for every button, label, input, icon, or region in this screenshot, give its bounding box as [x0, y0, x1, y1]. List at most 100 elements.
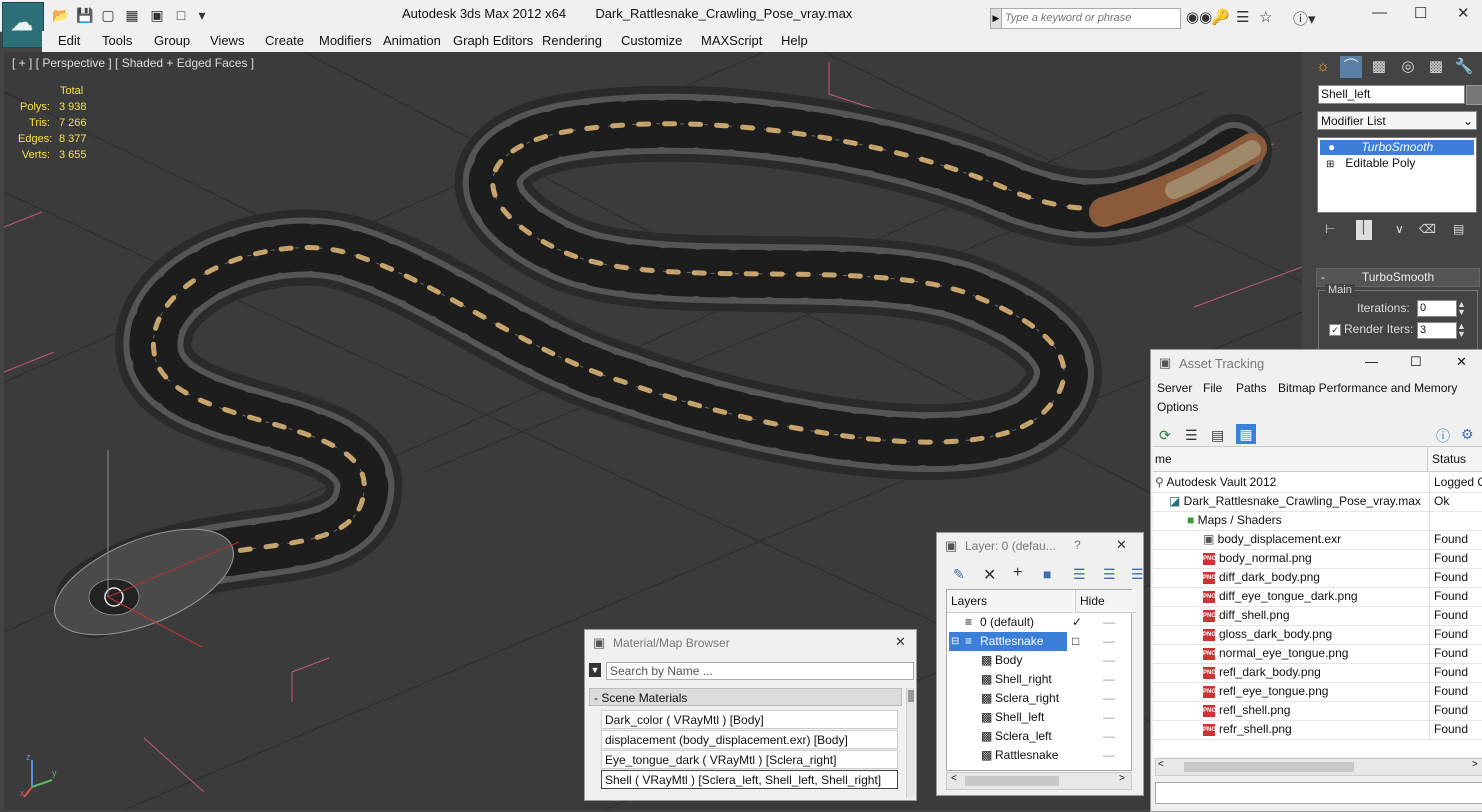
- layer-row[interactable]: ▩ Sclera_left —: [947, 727, 1131, 746]
- scroll-thumb[interactable]: [965, 776, 1059, 786]
- hierarchy-tab-icon[interactable]: ▩: [1368, 56, 1390, 78]
- stack-item-turbosmooth[interactable]: ● TurboSmooth: [1320, 140, 1474, 155]
- viewport-label-menu[interactable]: [ + ] [ Perspective ] [ Shaded + Edged F…: [12, 56, 254, 70]
- modify-tab-icon[interactable]: ⌒: [1340, 56, 1362, 78]
- freeze-all-icon[interactable]: ☰: [1131, 566, 1144, 583]
- help-icon[interactable]: ⓘ▾: [1293, 8, 1316, 29]
- menu-views[interactable]: Views: [210, 33, 244, 48]
- asset-row[interactable]: ⚲ Autodesk Vault 2012 Logged O: [1153, 473, 1482, 493]
- quick-access-dropdown-icon[interactable]: ▾: [194, 7, 210, 23]
- current-layer-check-icon[interactable]: ✓: [1072, 613, 1082, 632]
- collapse-minus-icon[interactable]: ⊟: [951, 632, 959, 651]
- menu-modifiers[interactable]: Modifiers: [319, 33, 372, 48]
- asset-row[interactable]: PNG diff_shell.png Found: [1153, 606, 1482, 626]
- layer-row[interactable]: ▩ Body —: [947, 651, 1131, 670]
- delete-layer-icon[interactable]: ✕: [983, 565, 996, 585]
- undo-icon[interactable]: □: [173, 7, 189, 23]
- table-view-icon[interactable]: ▦: [1236, 424, 1256, 444]
- at-settings-icon[interactable]: ⚙: [1461, 426, 1474, 443]
- hide-all-icon[interactable]: ☰: [1103, 566, 1116, 583]
- asset-row[interactable]: ■ Maps / Shaders: [1153, 511, 1482, 531]
- hold-icon[interactable]: ▦: [124, 7, 140, 23]
- close-icon[interactable]: ✕: [1457, 4, 1470, 22]
- minimize-icon[interactable]: —: [1372, 4, 1387, 21]
- material-item[interactable]: Shell ( VRayMtl ) [Sclera_left, Shell_le…: [601, 770, 898, 789]
- hide-toggle[interactable]: —: [1103, 689, 1115, 708]
- scroll-left-icon[interactable]: <: [1158, 759, 1164, 770]
- motion-tab-icon[interactable]: ◎: [1397, 56, 1419, 78]
- application-button[interactable]: ☁: [2, 2, 44, 48]
- lightbulb-icon[interactable]: ●: [1328, 140, 1340, 155]
- maximize-icon[interactable]: ☐: [1414, 4, 1427, 22]
- open-file-icon[interactable]: 📂: [52, 7, 69, 23]
- at-maximize-icon[interactable]: ☐: [1410, 354, 1422, 370]
- col-header-status[interactable]: Status: [1427, 447, 1482, 472]
- at-horizontal-scrollbar[interactable]: < >: [1155, 758, 1482, 776]
- asset-row[interactable]: PNG body_normal.png Found: [1153, 549, 1482, 569]
- modifier-list-dropdown[interactable]: Modifier List ⌄: [1317, 111, 1477, 130]
- communication-icon[interactable]: ☰: [1236, 8, 1249, 26]
- hide-toggle[interactable]: —: [1103, 651, 1115, 670]
- render-iters-checkbox[interactable]: ✓: [1329, 324, 1341, 336]
- col-header-layers[interactable]: Layers: [947, 590, 1073, 613]
- expand-plus-icon[interactable]: ⊞: [1326, 157, 1338, 172]
- at-minimize-icon[interactable]: —: [1365, 354, 1378, 369]
- menu-animation[interactable]: Animation: [383, 33, 441, 48]
- at-menu-server[interactable]: Server: [1157, 381, 1192, 395]
- at-menu-bitmap-performance[interactable]: Bitmap Performance and Memory: [1278, 381, 1457, 395]
- material-browser-close-icon[interactable]: ✕: [895, 634, 906, 650]
- save-icon[interactable]: 💾: [76, 7, 93, 23]
- layer-row[interactable]: ≡ 0 (default) ✓ —: [947, 613, 1131, 632]
- project-folder-icon[interactable]: ▣: [149, 7, 165, 23]
- asset-row[interactable]: PNG refl_eye_tongue.png Found: [1153, 682, 1482, 702]
- material-vertical-scrollbar[interactable]: [906, 688, 915, 798]
- object-color-swatch[interactable]: [1466, 85, 1482, 105]
- at-path-field[interactable]: [1155, 782, 1482, 804]
- layer-row[interactable]: ⊟ ≡ Rattlesnake □ —: [947, 632, 1131, 651]
- hide-toggle[interactable]: —: [1103, 746, 1115, 765]
- show-end-result-icon[interactable]: │: [1356, 220, 1372, 240]
- col-header-hide[interactable]: Hide: [1075, 590, 1136, 613]
- remove-modifier-icon[interactable]: ⌫: [1419, 222, 1436, 236]
- asset-row[interactable]: PNG refl_shell.png Found: [1153, 701, 1482, 721]
- at-menu-file[interactable]: File: [1203, 381, 1222, 395]
- at-menu-paths[interactable]: Paths: [1236, 381, 1267, 395]
- at-close-icon[interactable]: ✕: [1456, 354, 1467, 370]
- asset-row[interactable]: PNG refr_shell.png Found: [1153, 720, 1482, 740]
- create-layer-icon[interactable]: ✎: [953, 566, 965, 583]
- scroll-thumb[interactable]: [1184, 762, 1354, 772]
- favorites-star-icon[interactable]: ☆: [1259, 8, 1272, 26]
- make-unique-icon[interactable]: ∨: [1395, 222, 1404, 236]
- asset-row[interactable]: PNG diff_dark_body.png Found: [1153, 568, 1482, 588]
- highlight-layer-icon[interactable]: ☰: [1073, 566, 1086, 583]
- asset-row[interactable]: ◪ Dark_Rattlesnake_Crawling_Pose_vray.ma…: [1153, 492, 1482, 512]
- scroll-right-icon[interactable]: >: [1119, 773, 1125, 784]
- scroll-left-icon[interactable]: <: [951, 773, 957, 784]
- select-objects-icon[interactable]: ■: [1043, 566, 1051, 582]
- layer-row[interactable]: ▩ Rattlesnake —: [947, 746, 1131, 765]
- layer-horizontal-scrollbar[interactable]: < >: [946, 772, 1132, 790]
- scene-materials-group[interactable]: - Scene Materials: [589, 688, 902, 706]
- configure-sets-icon[interactable]: ▤: [1453, 222, 1464, 236]
- layer-row[interactable]: ▩ Shell_left —: [947, 708, 1131, 727]
- asset-row[interactable]: ▣ body_displacement.exr Found: [1153, 530, 1482, 550]
- asset-row[interactable]: PNG gloss_dark_body.png Found: [1153, 625, 1482, 645]
- display-tab-icon[interactable]: ▩: [1425, 56, 1447, 78]
- tree-view-icon[interactable]: ▤: [1211, 427, 1224, 444]
- asset-row[interactable]: PNG refl_dark_body.png Found: [1153, 663, 1482, 683]
- material-item[interactable]: Dark_color ( VRayMtl ) [Body]: [601, 710, 898, 729]
- refresh-icon[interactable]: ⟳: [1159, 427, 1171, 444]
- render-iters-spinner[interactable]: 3: [1417, 322, 1457, 339]
- pin-stack-icon[interactable]: ⊢: [1325, 222, 1335, 236]
- search-input[interactable]: [1002, 9, 1180, 26]
- at-help-icon[interactable]: ⓘ: [1436, 426, 1450, 446]
- menu-help[interactable]: Help: [781, 33, 808, 48]
- menu-rendering[interactable]: Rendering: [542, 33, 602, 48]
- material-item[interactable]: Eye_tongue_dark ( VRayMtl ) [Sclera_righ…: [601, 750, 898, 769]
- menu-edit[interactable]: Edit: [58, 33, 80, 48]
- layer-help-button[interactable]: ?: [1074, 538, 1081, 552]
- object-name-field[interactable]: Shell_left: [1318, 85, 1465, 104]
- render-iters-spinner-arrows[interactable]: ▲ ▼: [1457, 322, 1466, 339]
- iterations-spinner-arrows[interactable]: ▲ ▼: [1457, 300, 1466, 317]
- asset-row[interactable]: PNG diff_eye_tongue_dark.png Found: [1153, 587, 1482, 607]
